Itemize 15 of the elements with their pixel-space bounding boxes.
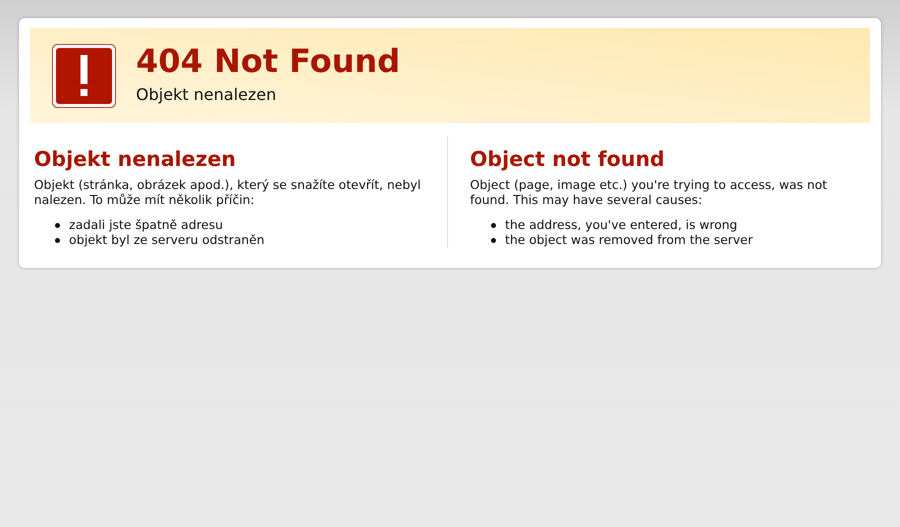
cause-item: the object was removed from the server	[505, 232, 753, 248]
bullet-icon	[55, 222, 60, 228]
section-text: Object (page, image etc.) you're trying to access, was not found. This may have several causes:	[470, 178, 828, 208]
bullet-icon	[55, 238, 60, 243]
cause-item: the address, you've entered, is wrong	[505, 218, 738, 233]
page-subtitle: Objekt nenalezen	[136, 84, 278, 106]
cause-item: zadali jste špatně adresu	[69, 218, 223, 233]
section-text: Objekt (stránka, obrázek apod.), který se snažíte otevřít, nebyl nalezen. To může mít několik příčin:	[34, 178, 422, 208]
page-title: 404 Not Found	[136, 44, 400, 80]
section-heading: Object not found	[470, 147, 666, 172]
bullet-icon	[491, 222, 496, 228]
section-heading: Objekt nenalezen	[34, 147, 237, 172]
warning-icon	[52, 44, 116, 108]
cause-item: objekt byl ze serveru odstraněn	[69, 232, 264, 248]
bullet-icon	[491, 238, 496, 243]
